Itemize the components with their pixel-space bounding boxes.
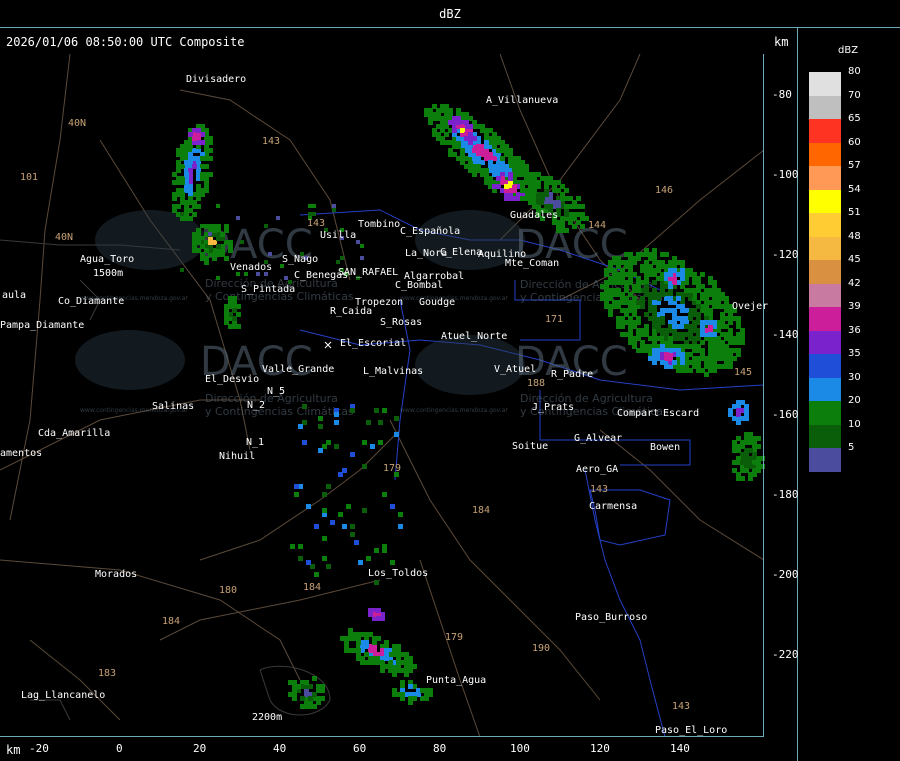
x-tick: 60 (353, 742, 367, 755)
y-tick: -180 (772, 488, 799, 501)
colorbar-swatch (809, 95, 841, 120)
colorbar-label: 80 (848, 66, 861, 77)
x-tick: 120 (590, 742, 610, 755)
colorbar-label: 70 (848, 89, 861, 101)
y-tick: -220 (772, 648, 799, 661)
colorbar-label: 54 (848, 183, 861, 195)
x-tick: 0 (116, 742, 123, 755)
colorbar-swatch (809, 401, 841, 425)
colorbar-swatch (809, 236, 841, 261)
colorbar-label: 20 (848, 395, 861, 407)
colorbar-label: 42 (848, 277, 861, 289)
colorbar-swatch (809, 424, 841, 449)
y-tick: -160 (772, 408, 799, 421)
colorbar-swatch (809, 448, 841, 472)
x-tick: 100 (510, 742, 530, 755)
y-tick: -140 (772, 328, 799, 341)
colorbar-swatch (809, 166, 841, 190)
colorbar-swatch (809, 119, 841, 143)
colorbar-label: 65 (848, 113, 861, 125)
colorbar-swatch (809, 354, 841, 378)
colorbar-label: 10 (848, 418, 861, 430)
colorbar-swatch (809, 330, 841, 355)
colorbar-label: 5 (848, 442, 855, 454)
colorbar-swatch (809, 307, 841, 331)
colorbar-label: 30 (848, 371, 861, 383)
colorbar-swatch (809, 189, 841, 214)
colorbar (809, 72, 841, 472)
colorbar-swatch (809, 72, 841, 96)
colorbar-swatch (809, 260, 841, 284)
x-tick: 80 (433, 742, 447, 755)
colorbar-swatch (809, 283, 841, 308)
colorbar-label: 45 (848, 254, 861, 266)
colorbar-label: 60 (848, 136, 861, 148)
colorbar-label: 48 (848, 230, 861, 242)
x-tick: 140 (670, 742, 690, 755)
colorbar-swatch (809, 142, 841, 167)
x-tick: 20 (193, 742, 207, 755)
colorbar-label: 51 (848, 207, 861, 219)
legend-title: dBZ (838, 45, 859, 56)
map-frame (0, 54, 764, 737)
colorbar-label: 57 (848, 160, 861, 172)
y-tick: -120 (772, 248, 799, 261)
x-tick: -20 (29, 742, 49, 755)
y-tick: -100 (772, 168, 799, 181)
colorbar-swatch (809, 213, 841, 237)
colorbar-swatch (809, 377, 841, 402)
colorbar-label: 35 (848, 348, 861, 360)
colorbar-label: 36 (848, 324, 861, 336)
colorbar-label: 39 (848, 301, 861, 313)
y-tick: -200 (772, 568, 799, 581)
y-tick: -80 (772, 88, 792, 101)
x-tick: 40 (273, 742, 287, 755)
